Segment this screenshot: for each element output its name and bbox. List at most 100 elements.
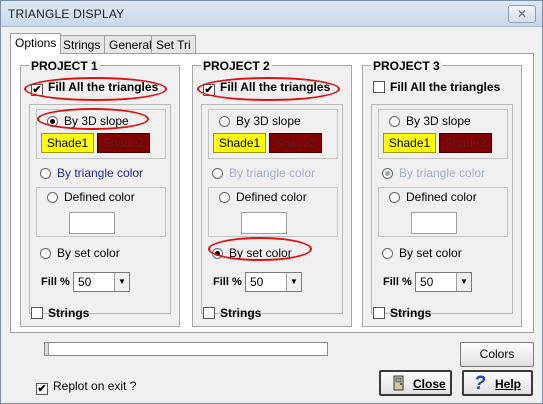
fill-all-checkbox-row[interactable]: Fill All the triangles: [373, 80, 500, 94]
defined-color-swatch[interactable]: [69, 212, 115, 234]
defined-color-radio[interactable]: [389, 192, 400, 203]
scroll-thumb[interactable]: [45, 343, 49, 355]
tab-options[interactable]: Options: [10, 33, 62, 54]
fill-all-checkbox[interactable]: ✔: [203, 84, 215, 96]
help-button-label: Help: [495, 377, 522, 391]
defined-color-radio[interactable]: [47, 192, 58, 203]
strings-checkbox-row[interactable]: Strings: [31, 306, 89, 320]
defined-color-label: Defined color: [64, 190, 135, 204]
triangle-display-window: TRIANGLE DISPLAY ✕ Options Strings Gener…: [0, 0, 543, 404]
close-button[interactable]: Close: [379, 370, 452, 396]
slope-subgroup: By 3D slope Shade1 Shade2: [378, 109, 508, 159]
defined-color-subgroup: Defined color: [208, 187, 338, 237]
defined-color-radio-row[interactable]: Defined color: [219, 190, 307, 204]
by-set-color-label: By set color: [229, 246, 292, 260]
by-set-color-radio[interactable]: [40, 248, 51, 259]
strings-label: Strings: [220, 306, 262, 320]
defined-color-radio[interactable]: [219, 192, 230, 203]
by-triangle-color-radio[interactable]: [40, 168, 51, 179]
by-3d-slope-radio-row[interactable]: By 3D slope: [389, 114, 471, 128]
by-set-color-radio-row[interactable]: By set color: [382, 246, 462, 260]
chevron-down-icon[interactable]: ▼: [286, 273, 301, 291]
fill-all-checkbox[interactable]: ✔: [31, 84, 43, 96]
chevron-down-icon[interactable]: ▼: [114, 273, 129, 291]
fill-all-checkbox[interactable]: [373, 81, 385, 93]
by-set-color-label: By set color: [57, 246, 120, 260]
fill-percent-value: 50: [78, 275, 92, 289]
by-3d-slope-radio-row[interactable]: By 3D slope: [47, 114, 129, 128]
shade1-button[interactable]: Shade1: [41, 133, 94, 153]
title-bar: TRIANGLE DISPLAY ✕: [1, 1, 542, 27]
replot-label: Replot on exit ?: [53, 379, 137, 393]
by-3d-slope-radio[interactable]: [389, 116, 400, 127]
fill-percent-select[interactable]: 50 ▼: [73, 272, 130, 292]
help-button[interactable]: ? Help: [462, 370, 533, 396]
by-set-color-radio-row[interactable]: By set color: [212, 246, 292, 260]
defined-color-radio-row[interactable]: Defined color: [47, 190, 135, 204]
fill-percent-label: Fill %: [41, 276, 70, 288]
shade1-button[interactable]: Shade1: [213, 133, 266, 153]
defined-color-swatch[interactable]: [411, 212, 457, 234]
strings-label: Strings: [390, 306, 432, 320]
tab-strings[interactable]: Strings: [58, 35, 106, 53]
slope-subgroup: By 3D slope Shade1 Shade2: [36, 109, 166, 159]
strings-checkbox-row[interactable]: Strings: [373, 306, 431, 320]
by-triangle-color-radio-row[interactable]: By triangle color: [212, 166, 315, 180]
fill-percent-select[interactable]: 50 ▼: [245, 272, 302, 292]
strings-checkbox-row[interactable]: Strings: [203, 306, 261, 320]
progress-scrollbar[interactable]: [44, 342, 328, 356]
fill-all-label: Fill All the triangles: [390, 80, 501, 94]
by-triangle-color-radio[interactable]: [382, 168, 393, 179]
by-3d-slope-radio[interactable]: [47, 116, 58, 127]
shade2-button[interactable]: Shade2: [439, 133, 492, 153]
project-3-group: PROJECT 3 Fill All the triangles By 3D s…: [362, 60, 522, 327]
help-icon: ?: [474, 373, 486, 394]
colors-button[interactable]: Colors: [460, 342, 534, 367]
by-triangle-color-label: By triangle color: [229, 166, 316, 180]
project-2-group: PROJECT 2 ✔ Fill All the triangles By 3D …: [192, 60, 352, 327]
by-triangle-color-label: By triangle color: [399, 166, 486, 180]
fill-all-label: Fill All the triangles: [48, 80, 159, 94]
strings-checkbox[interactable]: [203, 307, 215, 319]
by-set-color-label: By set color: [399, 246, 462, 260]
fill-percent-label: Fill %: [383, 276, 412, 288]
by-set-color-radio-row[interactable]: By set color: [40, 246, 120, 260]
by-triangle-color-radio-row[interactable]: By triangle color: [382, 166, 485, 180]
strings-checkbox[interactable]: [31, 307, 43, 319]
tab-general[interactable]: General: [104, 35, 157, 53]
by-triangle-color-radio[interactable]: [212, 168, 223, 179]
fill-all-checkbox-row[interactable]: ✔ Fill All the triangles: [31, 80, 158, 96]
defined-color-label: Defined color: [236, 190, 307, 204]
defined-color-subgroup: Defined color: [36, 187, 166, 237]
fill-all-checkbox-row[interactable]: ✔ Fill All the triangles: [203, 80, 330, 96]
strings-label: Strings: [48, 306, 90, 320]
replot-on-exit-checkbox-row[interactable]: ✔ Replot on exit ?: [36, 379, 136, 395]
defined-color-subgroup: Defined color: [378, 187, 508, 237]
project-title: PROJECT 2: [201, 59, 272, 73]
by-3d-slope-radio-row[interactable]: By 3D slope: [219, 114, 301, 128]
project-title: PROJECT 3: [371, 59, 442, 73]
defined-color-swatch[interactable]: [241, 212, 287, 234]
by-set-color-radio[interactable]: [382, 248, 393, 259]
tab-set-tri-colors[interactable]: Set Tri Colors: [151, 35, 196, 66]
by-3d-slope-label: By 3D slope: [236, 114, 301, 128]
fill-all-label: Fill All the triangles: [220, 80, 331, 94]
shade2-button[interactable]: Shade2: [97, 133, 150, 153]
chevron-down-icon[interactable]: ▼: [456, 273, 471, 291]
fill-percent-select[interactable]: 50 ▼: [415, 272, 472, 292]
by-3d-slope-label: By 3D slope: [406, 114, 471, 128]
replot-checkbox[interactable]: ✔: [36, 383, 48, 395]
project-1-group: PROJECT 1 ✔ Fill All the triangles By 3D …: [20, 60, 180, 327]
defined-color-radio-row[interactable]: Defined color: [389, 190, 477, 204]
shade2-button[interactable]: Shade2: [269, 133, 322, 153]
close-window-button[interactable]: ✕: [508, 5, 536, 23]
fill-percent-value: 50: [420, 275, 434, 289]
by-set-color-radio[interactable]: [212, 248, 223, 259]
defined-color-label: Defined color: [406, 190, 477, 204]
shade1-button[interactable]: Shade1: [383, 133, 436, 153]
by-3d-slope-radio[interactable]: [219, 116, 230, 127]
by-triangle-color-radio-row[interactable]: By triangle color: [40, 166, 143, 180]
by-3d-slope-label: By 3D slope: [64, 114, 129, 128]
close-button-label: Close: [413, 377, 446, 391]
strings-checkbox[interactable]: [373, 307, 385, 319]
